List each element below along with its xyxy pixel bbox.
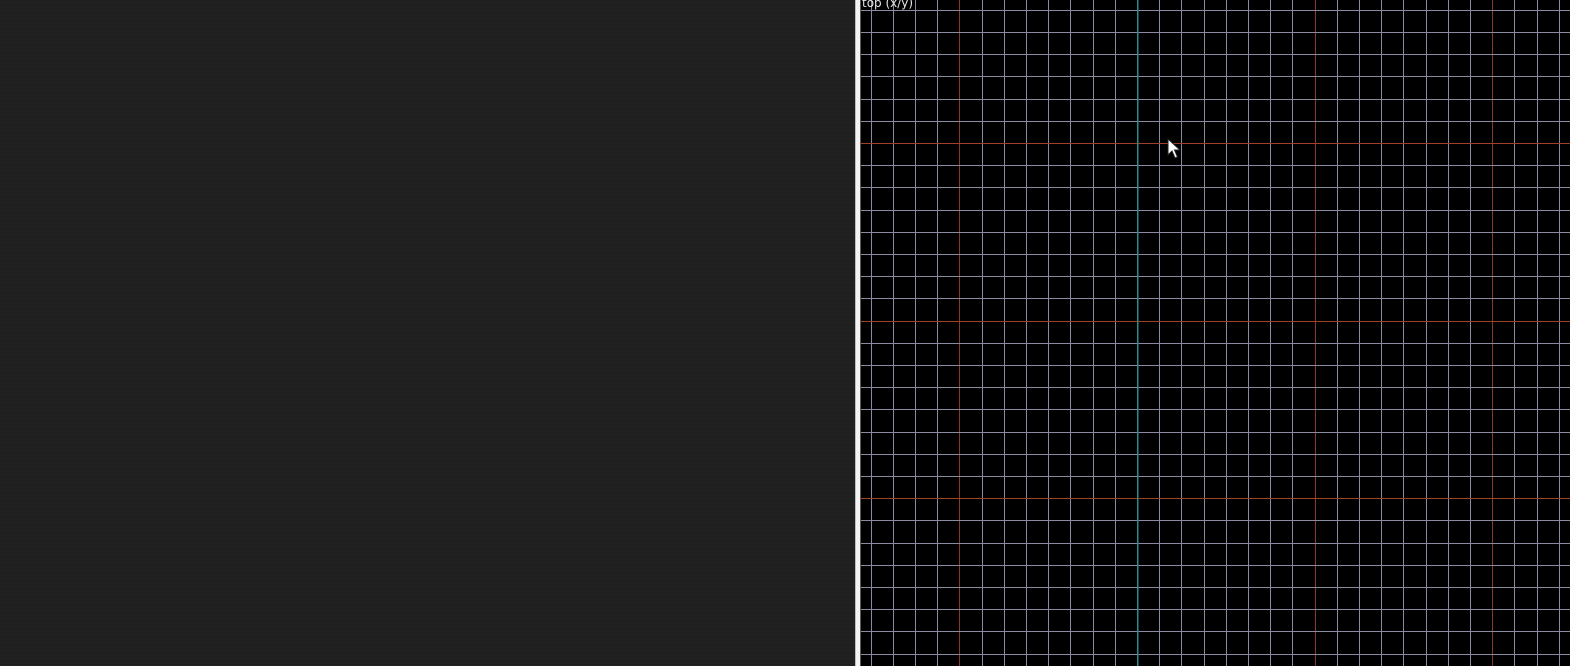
viewport-label: top (x/y): [862, 0, 914, 10]
arrow-pointer-icon: [1167, 138, 1181, 159]
empty-panel[interactable]: [0, 0, 855, 666]
top-orthographic-viewport[interactable]: top (x/y): [861, 0, 1570, 666]
grid-canvas: [861, 0, 1570, 666]
application-window: top (x/y): [0, 0, 1570, 666]
